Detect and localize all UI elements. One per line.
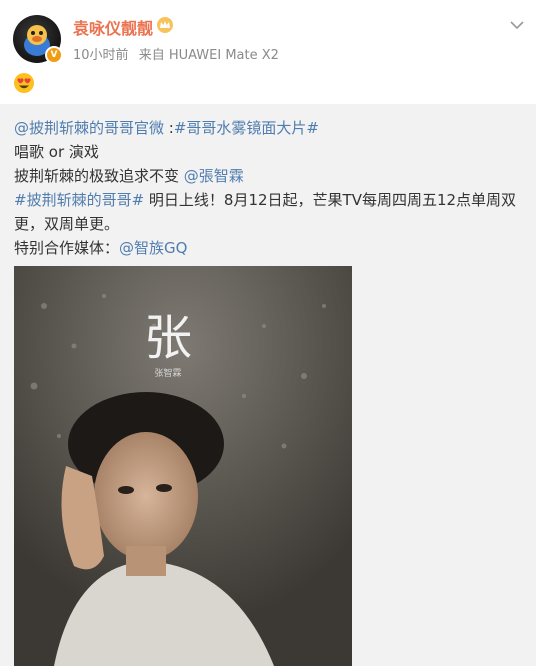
post-line-1: @披荆斩棘的哥哥官微 :#哥哥水雾镜面大片#: [14, 116, 524, 140]
crown-icon: [157, 17, 173, 33]
post-text-segment: 特别合作媒体：: [14, 239, 120, 257]
post-line-2: 唱歌 or 演戏: [14, 143, 99, 161]
post-line-4: #披荆斩棘的哥哥# 明日上线！8月12日起，芒果TV每周四周五12点单周双更，双…: [14, 188, 524, 236]
post-body: @披荆斩棘的哥哥官微 :#哥哥水雾镜面大片# 唱歌 or 演戏 披荆斩棘的极致追…: [0, 104, 536, 666]
post-time: 10小时前: [73, 48, 129, 63]
username[interactable]: 袁咏仪靓靓: [73, 15, 153, 39]
chevron-down-icon[interactable]: [510, 20, 524, 30]
photo-subtitle: 张智霖: [154, 367, 181, 379]
post-text-segment: 披荆斩棘的极致追求不变: [14, 167, 184, 185]
post-source: 来自 HUAWEI Mate X2: [138, 48, 279, 63]
hashtag-link[interactable]: #披荆斩棘的哥哥#: [14, 191, 144, 209]
verified-badge-icon: V: [45, 46, 63, 64]
post-line-5: 特别合作媒体：@智族GQ: [14, 236, 524, 260]
post-header: V 袁咏仪靓靓 10小时前 来自 HUAWEI Mate X2: [0, 0, 536, 104]
separator-text: :: [164, 119, 174, 137]
photo-title-char: 张: [144, 310, 192, 366]
mention-link[interactable]: @智族GQ: [119, 239, 187, 257]
hashtag-link[interactable]: #哥哥水雾镜面大片#: [174, 119, 319, 137]
photo-illustration: 张 张智霖: [14, 266, 352, 666]
post-text: @披荆斩棘的哥哥官微 :#哥哥水雾镜面大片# 唱歌 or 演戏 披荆斩棘的极致追…: [14, 116, 524, 260]
mention-link[interactable]: @披荆斩棘的哥哥官微: [14, 119, 164, 137]
post-photo[interactable]: 张 张智霖: [14, 266, 352, 666]
heart-eyes-emoji-icon: [14, 73, 34, 93]
mention-link[interactable]: @張智霖: [184, 167, 244, 185]
post-line-3: 披荆斩棘的极致追求不变 @張智霖: [14, 164, 524, 188]
post-meta: 10小时前 来自 HUAWEI Mate X2: [73, 44, 285, 63]
